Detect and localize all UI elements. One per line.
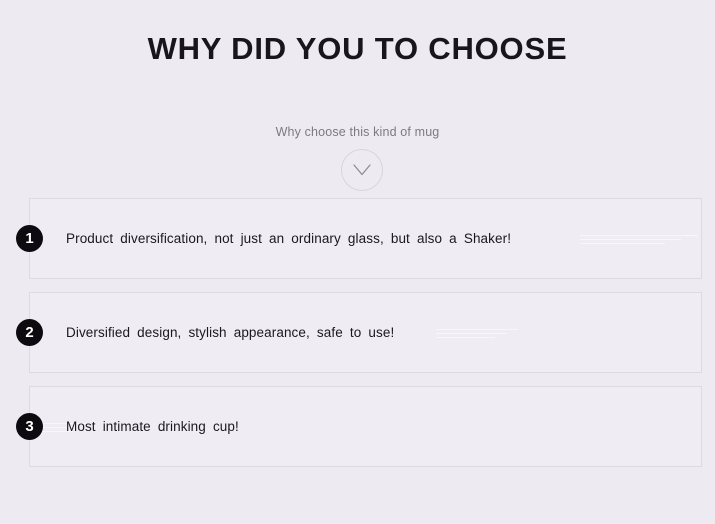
feature-row: 2 Diversified design, stylish appearance… [0,292,715,373]
page-subtitle: Why choose this kind of mug [275,125,440,139]
chevron-down-icon [352,163,372,177]
feature-number-badge: 3 [16,413,43,440]
promo-page: WHY DID YOU TO CHOOSE Why choose this ki… [0,0,715,524]
feature-number-badge: 1 [16,225,43,252]
feature-row: 3 Most intimate drinking cup! [0,386,715,467]
feature-text: Most intimate drinking cup! [66,419,239,434]
page-header: WHY DID YOU TO CHOOSE [0,0,715,69]
expand-section-button[interactable] [341,149,383,191]
feature-number-badge: 2 [16,319,43,346]
text-trail-artifact [580,235,698,248]
text-trail-artifact [436,329,518,342]
feature-list: 1 Product diversification, not just an o… [0,198,715,480]
feature-text: Product diversification, not just an ord… [66,231,512,246]
page-title: WHY DID YOU TO CHOOSE [147,31,568,66]
feature-row: 1 Product diversification, not just an o… [0,198,715,279]
chevron-circle-outline[interactable] [341,149,383,191]
feature-text: Diversified design, stylish appearance, … [66,325,395,340]
